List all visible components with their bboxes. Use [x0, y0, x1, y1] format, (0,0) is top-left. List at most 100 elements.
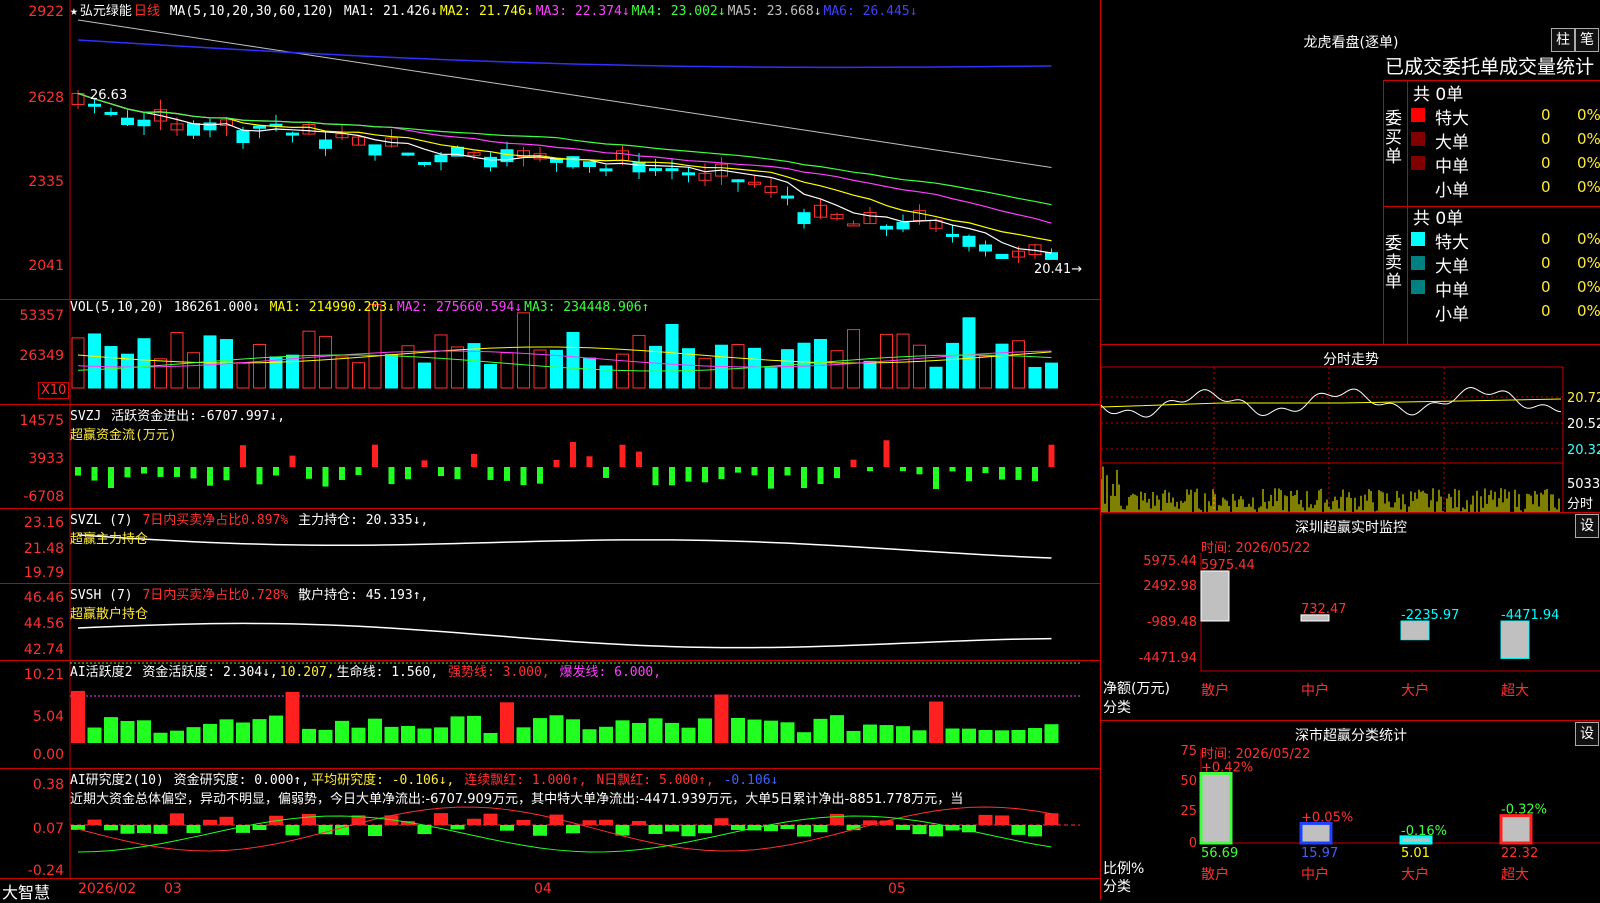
sz-tick: 2492.98 [1143, 579, 1197, 594]
sz-bar [1200, 570, 1230, 622]
date-label: 2026/02 [78, 881, 137, 897]
volume-bar [137, 338, 151, 389]
research-bar [896, 825, 910, 830]
volume-bar [517, 312, 530, 389]
order-count: 0 [1541, 302, 1551, 320]
candle-body [286, 132, 299, 136]
ai-activity-pane[interactable]: AI活跃度2 资金活跃度: 2.304↓, 10.207, 生命线: 1.560, … [0, 661, 1100, 769]
flow-bar [999, 467, 1005, 480]
ma-legend-item: MA3: 22.374↓ [535, 4, 630, 19]
sell-side-label: 委卖单 [1385, 234, 1402, 292]
intraday-chart[interactable] [1101, 345, 1600, 513]
candle-body [731, 179, 745, 183]
activity-bar [665, 722, 679, 743]
order-total: 共 0单 [1413, 209, 1464, 229]
activity-bar [780, 722, 795, 743]
activity-bar [533, 718, 547, 743]
flow-bar [751, 467, 758, 476]
volume-bar [781, 349, 794, 389]
flow-bar [883, 440, 890, 467]
ma-line [77, 92, 1052, 242]
brand-label: 大智慧 [2, 883, 51, 902]
research-bar [1011, 825, 1026, 835]
flow-bar [537, 467, 543, 484]
candle-body [418, 162, 431, 166]
activity-bar [516, 727, 531, 743]
flow-bar [273, 467, 279, 476]
price-header: ★ 弘元绿能 日线 MA(5,10,20,30,60,120) MA1: 21.42… [70, 0, 921, 19]
order-total: 共 0单 [1413, 85, 1464, 105]
volume-bar [500, 352, 514, 389]
stat-tabs[interactable]: 已成交委托单成交量统计 [1385, 52, 1594, 79]
order-pct: 0% [1577, 154, 1600, 172]
research-bar [186, 825, 201, 834]
activity-bar [417, 728, 432, 743]
price-pane[interactable]: ★ 弘元绿能 日线 MA(5,10,20,30,60,120) MA1: 21.42… [0, 0, 1100, 300]
sz-bar-label: -2235.97 [1401, 608, 1459, 623]
flow-bar [75, 467, 81, 476]
fs-frame [1101, 366, 1564, 512]
ss-pct-label: -0.32% [1501, 803, 1547, 818]
volume-bar [302, 330, 316, 389]
svzl-tick: 23.16 [23, 515, 64, 531]
flow-bar [520, 467, 527, 486]
research-bar [483, 813, 498, 825]
candle-body [434, 154, 448, 163]
order-count: 0 [1541, 106, 1551, 124]
buy-side-label: 委买单 [1385, 109, 1402, 167]
flow-bar [289, 455, 296, 467]
volume-pane[interactable]: VOL(5,10,20) 186261.000↓ MA1: 214990.203… [0, 300, 1100, 405]
svsh-tick: 42.74 [23, 642, 64, 658]
ma-line [77, 92, 1052, 206]
svzl-pane[interactable]: SVZL (7) 7日内买卖净占比0.897% 主力持仓: 20.335↓, 超… [0, 509, 1100, 584]
research-bar [681, 825, 696, 837]
bar-mode-button[interactable]: 柱 [1551, 28, 1575, 52]
svzj-pane[interactable]: SVZJ 活跃资金进出: -6707.997↓, 超赢资金流(万元) 14575 … [0, 405, 1100, 509]
sz-bar-label: 732.47 [1301, 602, 1347, 617]
flow-bar [850, 459, 857, 467]
sz-bar [1400, 620, 1430, 641]
flow-bar [817, 467, 824, 485]
activity-bar [368, 718, 382, 743]
fs-tick: 20.32 [1567, 443, 1600, 458]
vol-unit: X10 [38, 382, 70, 399]
volume-chart[interactable] [0, 300, 1100, 405]
activity-bar [978, 730, 993, 743]
flow-bar [141, 467, 147, 474]
ai1-tick: 0.00 [32, 747, 64, 763]
activity-bar [120, 721, 135, 743]
volume-bar [929, 366, 943, 389]
research-bar [533, 825, 547, 836]
ma5-line [77, 19, 1052, 168]
activity-bar [170, 730, 184, 743]
svsh-pane[interactable]: SVSH (7) 7日内买卖净占比0.728% 散户持仓: 45.193↑, 超… [0, 584, 1100, 661]
candlestick-chart[interactable] [0, 0, 1100, 300]
candle-body [979, 244, 992, 252]
activity-bar [566, 719, 580, 743]
volume-bar [368, 304, 382, 389]
star-icon: ★ [70, 4, 78, 19]
research-bar [698, 825, 712, 834]
order-type-label: 小单 [1435, 181, 1469, 201]
candle-body [962, 235, 976, 247]
ai-research-pane[interactable]: AI研究度2(10) 资金研究度: 0.000↑, 平均研究度: -0.106↓,… [0, 769, 1100, 879]
activity-bar [549, 715, 564, 743]
research-bar [104, 825, 118, 831]
intraday-panel[interactable]: 分时走势 20.72 20.52 20.32 5033 分时 [1101, 345, 1600, 513]
activity-bar [632, 722, 646, 743]
order-type-label: 中单 [1435, 157, 1469, 177]
ss-pct-label: -0.16% [1401, 824, 1447, 839]
activity-bar [582, 729, 597, 743]
pen-mode-button[interactable]: 笔 [1575, 28, 1599, 52]
volume-bar [979, 355, 992, 389]
sz-bar-label: -4471.94 [1501, 608, 1559, 623]
ss-bar-chart: 75 50 25 0 +0.42% 56.69 散户 +0.05% 15.97 中户 -0.16% 5… [1180, 744, 1600, 883]
period-label[interactable]: 日线 [134, 4, 160, 19]
research-bar [170, 813, 184, 825]
volume-bar [236, 362, 250, 389]
ai2-tick: 0.38 [32, 777, 64, 793]
fs-tick: 20.72 [1567, 391, 1600, 406]
activity-bar [401, 726, 415, 743]
research-bar [632, 820, 646, 825]
sz-bar-label: 5975.44 [1201, 558, 1255, 573]
